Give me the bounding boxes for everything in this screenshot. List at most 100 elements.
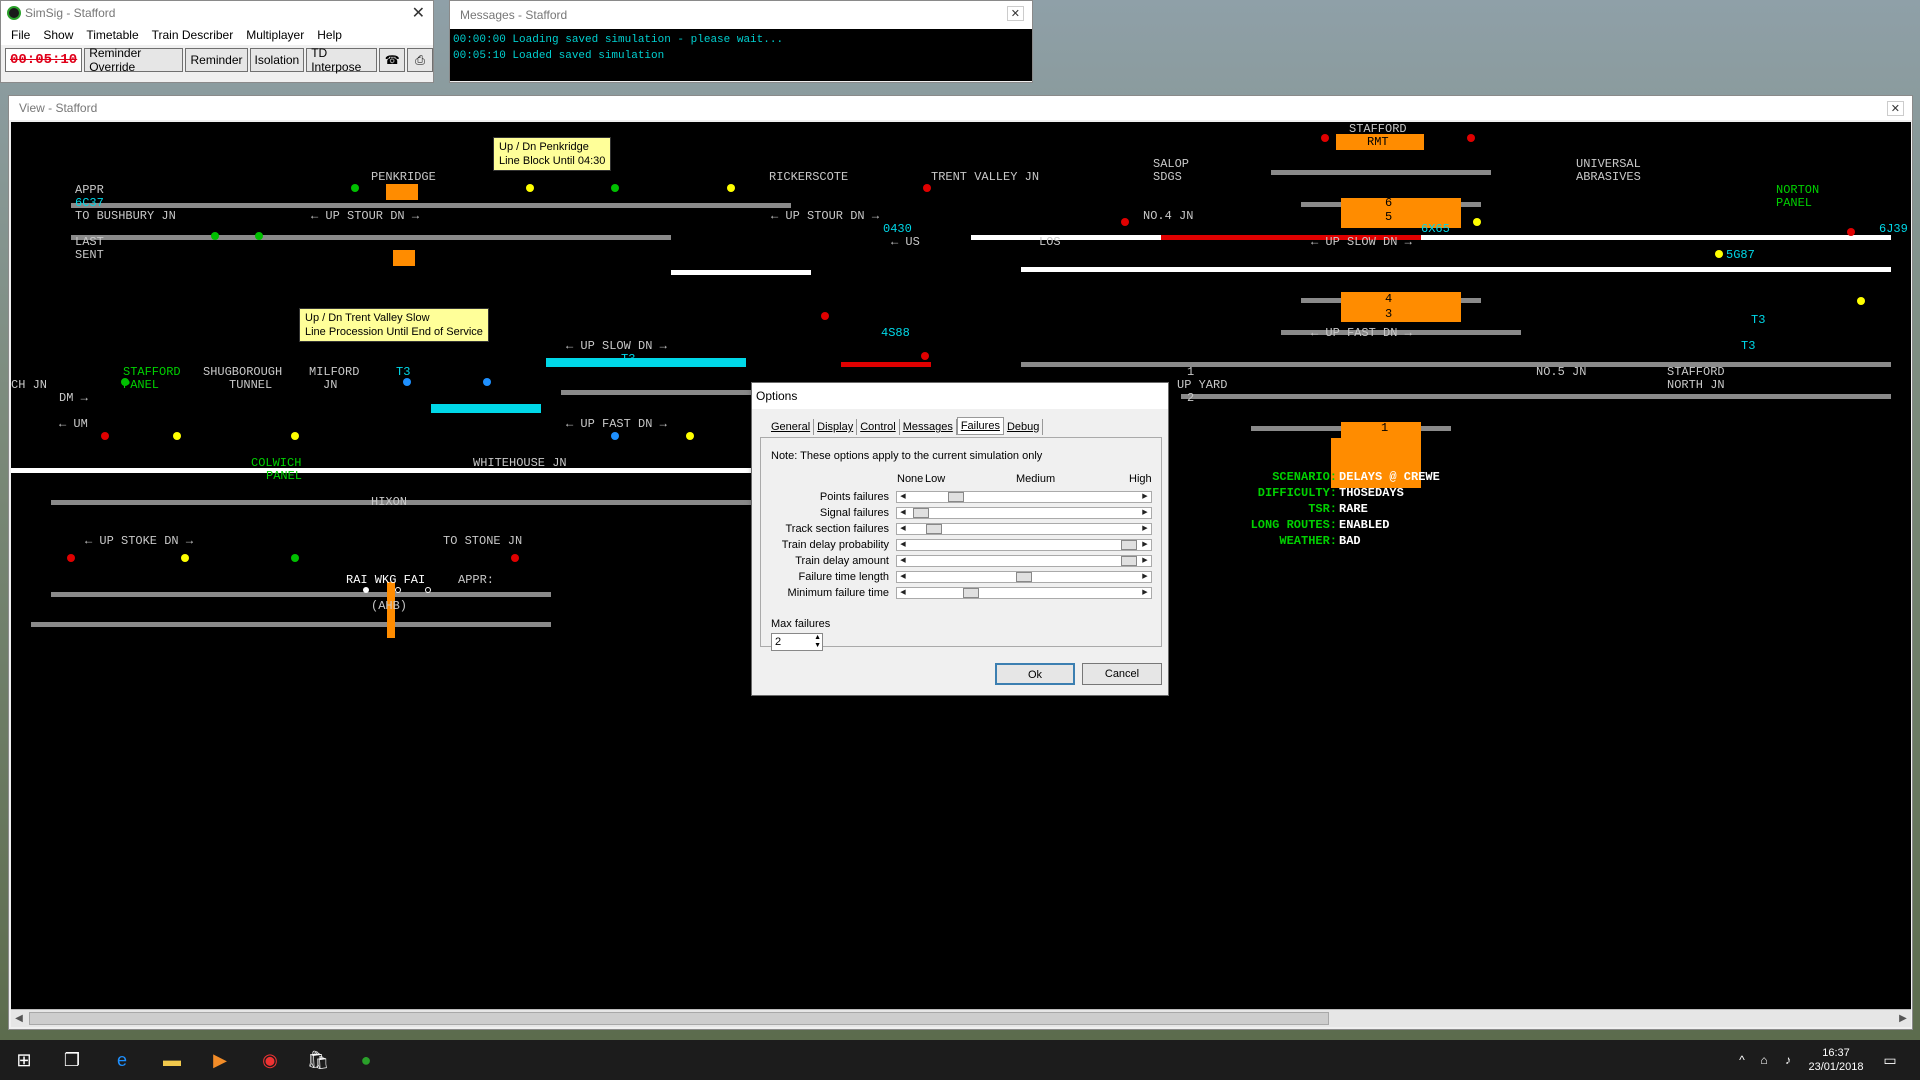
- horizontal-scrollbar[interactable]: ◀ ▶: [11, 1009, 1911, 1027]
- tray-chevron-icon[interactable]: ^: [1730, 1048, 1754, 1072]
- edge-browser-icon[interactable]: e: [110, 1048, 134, 1072]
- signal-icon[interactable]: [1857, 297, 1865, 305]
- signal-icon[interactable]: [291, 432, 299, 440]
- berth-6c37[interactable]: 6C37: [75, 196, 104, 210]
- tab-control[interactable]: Control: [857, 419, 900, 435]
- network-icon[interactable]: ⌂: [1752, 1048, 1776, 1072]
- file-explorer-icon[interactable]: ▬: [160, 1048, 184, 1072]
- close-icon[interactable]: ✕: [1886, 101, 1904, 116]
- signal-icon[interactable]: [821, 312, 829, 320]
- tab-general[interactable]: General: [768, 419, 815, 435]
- slider-left-arrow-icon[interactable]: ◀: [897, 572, 909, 582]
- failure-slider[interactable]: ◀ ▶: [896, 587, 1152, 599]
- signal-icon[interactable]: [121, 378, 129, 386]
- slider-thumb[interactable]: [1120, 556, 1137, 566]
- signal-icon[interactable]: [921, 352, 929, 360]
- slider-right-arrow-icon[interactable]: ▶: [1139, 572, 1151, 582]
- platform-4-3[interactable]: [1341, 292, 1461, 322]
- scrollbar-thumb[interactable]: [29, 1012, 1329, 1025]
- note-penkridge-block[interactable]: Up / Dn Penkridge Line Block Until 04:30: [493, 137, 612, 171]
- track-stour-up[interactable]: [71, 203, 791, 208]
- scroll-left-icon[interactable]: ◀: [11, 1010, 27, 1027]
- telephone-icon[interactable]: ☎: [379, 48, 406, 72]
- track-stoke-2[interactable]: [31, 622, 551, 627]
- menu-multiplayer[interactable]: Multiplayer: [246, 28, 304, 42]
- slider-thumb[interactable]: [1120, 540, 1137, 550]
- signal-icon[interactable]: [255, 232, 263, 240]
- ok-button[interactable]: Ok: [995, 663, 1075, 685]
- tab-failures[interactable]: Failures: [956, 417, 1004, 435]
- signal-icon[interactable]: [1467, 134, 1475, 142]
- media-player-icon[interactable]: ▶: [208, 1048, 232, 1072]
- signal-icon[interactable]: [686, 432, 694, 440]
- signal-icon[interactable]: [101, 432, 109, 440]
- berth-t3[interactable]: T3: [621, 352, 635, 366]
- signal-icon[interactable]: [923, 184, 931, 192]
- track-stour-dn-white[interactable]: [671, 270, 811, 275]
- slider-right-arrow-icon[interactable]: ▶: [1139, 588, 1151, 598]
- slider-left-arrow-icon[interactable]: ◀: [897, 508, 909, 518]
- sim-clock[interactable]: 00:05:10: [5, 48, 83, 72]
- signal-icon[interactable]: [526, 184, 534, 192]
- berth-rmt[interactable]: RMT: [1367, 135, 1389, 149]
- failure-slider[interactable]: ◀ ▶: [896, 523, 1152, 535]
- scroll-right-icon[interactable]: ▶: [1895, 1010, 1911, 1027]
- slider-thumb[interactable]: [913, 508, 930, 518]
- signal-icon[interactable]: [403, 378, 411, 386]
- slider-left-arrow-icon[interactable]: ◀: [897, 524, 909, 534]
- signal-icon[interactable]: [1847, 228, 1855, 236]
- signal-icon[interactable]: [1121, 218, 1129, 226]
- chrome-icon[interactable]: ◉: [258, 1048, 282, 1072]
- close-icon[interactable]: ✕: [412, 3, 425, 23]
- signal-icon[interactable]: [611, 432, 619, 440]
- berth-t3[interactable]: T3: [1751, 313, 1765, 327]
- track-trent-slow[interactable]: [561, 390, 771, 395]
- reminder-override-button[interactable]: Reminder Override: [84, 46, 184, 74]
- signal-icon[interactable]: [483, 378, 491, 386]
- td-interpose-button[interactable]: TD Interpose: [306, 46, 378, 74]
- spinner-arrows-icon[interactable]: ▲ ▼: [814, 634, 821, 650]
- signal-icon[interactable]: [511, 554, 519, 562]
- signal-icon[interactable]: [611, 184, 619, 192]
- track-occupied[interactable]: [841, 362, 931, 367]
- printer-icon[interactable]: ⎙: [407, 48, 433, 72]
- failure-slider[interactable]: ◀ ▶: [896, 507, 1152, 519]
- failure-slider[interactable]: ◀ ▶: [896, 555, 1152, 567]
- slider-thumb[interactable]: [962, 588, 979, 598]
- slider-right-arrow-icon[interactable]: ▶: [1139, 556, 1151, 566]
- slider-right-arrow-icon[interactable]: ▶: [1139, 492, 1151, 502]
- taskbar-clock[interactable]: 16:37 23/01/2018: [1796, 1046, 1876, 1074]
- max-failures-spinner[interactable]: 2 ▲ ▼: [771, 633, 823, 651]
- failure-slider[interactable]: ◀ ▶: [896, 491, 1152, 503]
- simsig-taskbar-icon[interactable]: ●: [354, 1048, 378, 1072]
- slider-thumb[interactable]: [926, 524, 943, 534]
- slider-left-arrow-icon[interactable]: ◀: [897, 556, 909, 566]
- slider-left-arrow-icon[interactable]: ◀: [897, 588, 909, 598]
- berth-5g87[interactable]: 5G87: [1726, 248, 1755, 262]
- notifications-icon[interactable]: ▭: [1878, 1048, 1902, 1072]
- cancel-button[interactable]: Cancel: [1082, 663, 1162, 685]
- slider-left-arrow-icon[interactable]: ◀: [897, 492, 909, 502]
- platform-berth[interactable]: [386, 184, 418, 200]
- task-view-icon[interactable]: ❐: [60, 1048, 84, 1072]
- track-up-slow[interactable]: [1021, 267, 1891, 272]
- menu-show[interactable]: Show: [43, 28, 73, 42]
- signal-icon[interactable]: [211, 232, 219, 240]
- tab-messages[interactable]: Messages: [900, 419, 957, 435]
- slider-left-arrow-icon[interactable]: ◀: [897, 540, 909, 550]
- menu-timetable[interactable]: Timetable: [86, 28, 138, 42]
- track-route-set[interactable]: [546, 358, 746, 367]
- menu-help[interactable]: Help: [317, 28, 342, 42]
- tab-debug[interactable]: Debug: [1004, 419, 1044, 435]
- close-icon[interactable]: ✕: [1006, 6, 1024, 21]
- signal-icon[interactable]: [1473, 218, 1481, 226]
- berth-0430[interactable]: 0430: [883, 222, 912, 236]
- tab-display[interactable]: Display: [814, 419, 858, 435]
- berth-6j39[interactable]: 6J39: [1879, 222, 1908, 236]
- platform-berth[interactable]: [393, 250, 415, 266]
- slider-thumb[interactable]: [1016, 572, 1032, 582]
- slider-thumb[interactable]: [947, 492, 964, 502]
- slider-right-arrow-icon[interactable]: ▶: [1139, 524, 1151, 534]
- menu-train-describer[interactable]: Train Describer: [152, 28, 234, 42]
- slider-right-arrow-icon[interactable]: ▶: [1139, 540, 1151, 550]
